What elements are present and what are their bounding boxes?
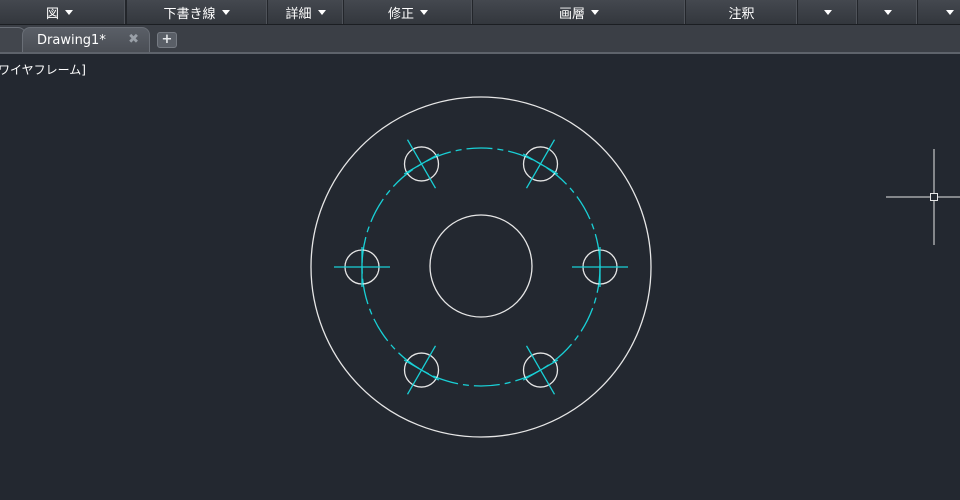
bolt-holes-group	[334, 139, 628, 395]
bolt-hole	[403, 139, 440, 189]
bolt-hole	[522, 345, 559, 395]
bolt-hole	[403, 345, 440, 395]
bolt-hole-tangent-centerline	[403, 359, 440, 381]
drawing-canvas[interactable]	[0, 0, 960, 500]
viewport-visual-style-label[interactable]: ワイヤフレーム]	[0, 61, 86, 78]
bolt-hole-tangent-centerline	[522, 153, 559, 175]
cad-application-window: 図 下書き線 詳細 修正 画層 注釈 Drawing1* ✖ + ワイヤフレーム…	[0, 0, 960, 500]
bolt-circle-centerline	[361, 147, 601, 387]
bolt-hole	[334, 247, 390, 287]
crosshair-cursor	[886, 149, 960, 245]
bolt-hole-tangent-centerline	[403, 153, 440, 175]
crosshair-pickbox	[930, 193, 938, 201]
bore-circle	[429, 214, 533, 318]
bolt-hole	[522, 139, 559, 189]
bolt-hole-tangent-centerline	[522, 359, 559, 381]
bolt-hole	[572, 247, 628, 287]
